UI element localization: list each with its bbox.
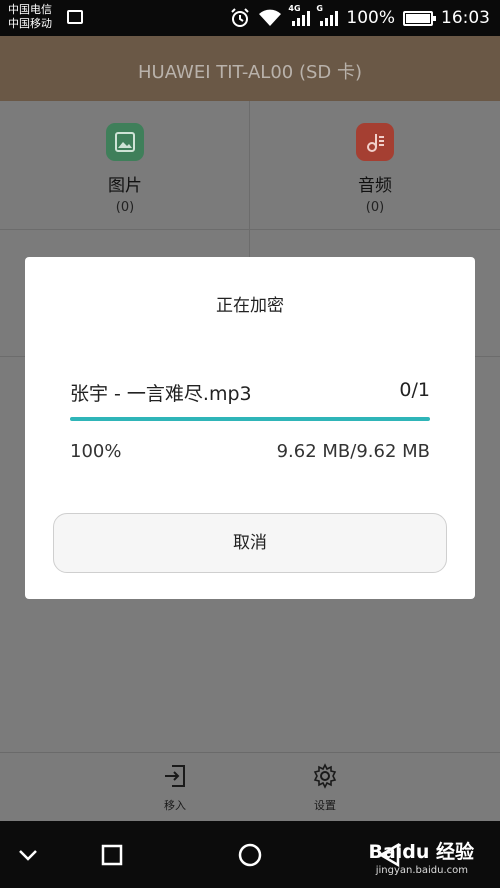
clock: 16:03 bbox=[441, 8, 490, 28]
alarm-icon bbox=[231, 8, 250, 27]
settings-button[interactable]: 设置 bbox=[295, 763, 355, 813]
gear-icon bbox=[313, 763, 337, 789]
move-in-icon bbox=[165, 765, 185, 787]
network-type-4g: 4G bbox=[288, 4, 301, 13]
progress-percent: 100% bbox=[70, 441, 122, 462]
device-title: HUAWEI TIT-AL00 (SD 卡) bbox=[137, 62, 362, 83]
battery-icon bbox=[403, 10, 436, 26]
grid-divider-horizontal bbox=[0, 229, 500, 230]
app-header: HUAWEI TIT-AL00 (SD 卡) bbox=[0, 36, 500, 101]
recents-square-icon[interactable] bbox=[98, 841, 126, 869]
transfer-size: 9.62 MB/9.62 MB bbox=[276, 441, 430, 462]
image-notification-icon bbox=[67, 10, 83, 24]
carrier-labels: 中国电信 中国移动 bbox=[8, 3, 52, 31]
signal-g-icon: G bbox=[316, 4, 339, 26]
music-icon bbox=[356, 123, 394, 161]
file-count: 0/1 bbox=[399, 379, 430, 401]
baidu-watermark: Baidu 经验 bbox=[368, 841, 474, 863]
bottom-action-bar: 移入 设置 bbox=[0, 752, 500, 821]
picture-icon bbox=[106, 123, 144, 161]
move-in-label: 移入 bbox=[164, 799, 186, 812]
encrypting-dialog: 正在加密 张宇 - 一言难尽.mp3 0/1 100% 9.62 MB/9.62… bbox=[25, 257, 475, 599]
carrier-2: 中国移动 bbox=[8, 17, 52, 30]
category-pictures[interactable]: 图片 (0) bbox=[0, 123, 250, 215]
carrier-1: 中国电信 bbox=[8, 3, 52, 16]
back-chevron-icon[interactable] bbox=[14, 841, 42, 869]
file-name: 张宇 - 一言难尽.mp3 bbox=[70, 383, 252, 405]
dialog-title: 正在加密 bbox=[216, 296, 284, 316]
category-count: (0) bbox=[365, 200, 385, 215]
signal-4g-icon: 4G bbox=[288, 4, 311, 26]
status-bar: 中国电信 中国移动 4G G 100% 16:03 bbox=[0, 0, 500, 36]
category-label: 图片 bbox=[108, 176, 142, 196]
category-count: (0) bbox=[115, 200, 135, 215]
battery-percent: 100% bbox=[346, 8, 395, 28]
category-audio[interactable]: 音频 (0) bbox=[250, 123, 500, 215]
progress-fill bbox=[70, 417, 430, 421]
cancel-button[interactable]: 取消 bbox=[53, 513, 447, 573]
settings-label: 设置 bbox=[314, 799, 336, 812]
wifi-icon bbox=[259, 9, 282, 26]
baidu-watermark-url: jingyan.baidu.com bbox=[375, 865, 468, 876]
network-type-g: G bbox=[316, 4, 323, 13]
progress-bar bbox=[70, 417, 430, 421]
navigation-bar: Baidu 经验 jingyan.baidu.com bbox=[0, 821, 500, 888]
home-circle-icon[interactable] bbox=[236, 841, 264, 869]
move-in-button[interactable]: 移入 bbox=[145, 763, 205, 813]
category-label: 音频 bbox=[358, 176, 392, 196]
